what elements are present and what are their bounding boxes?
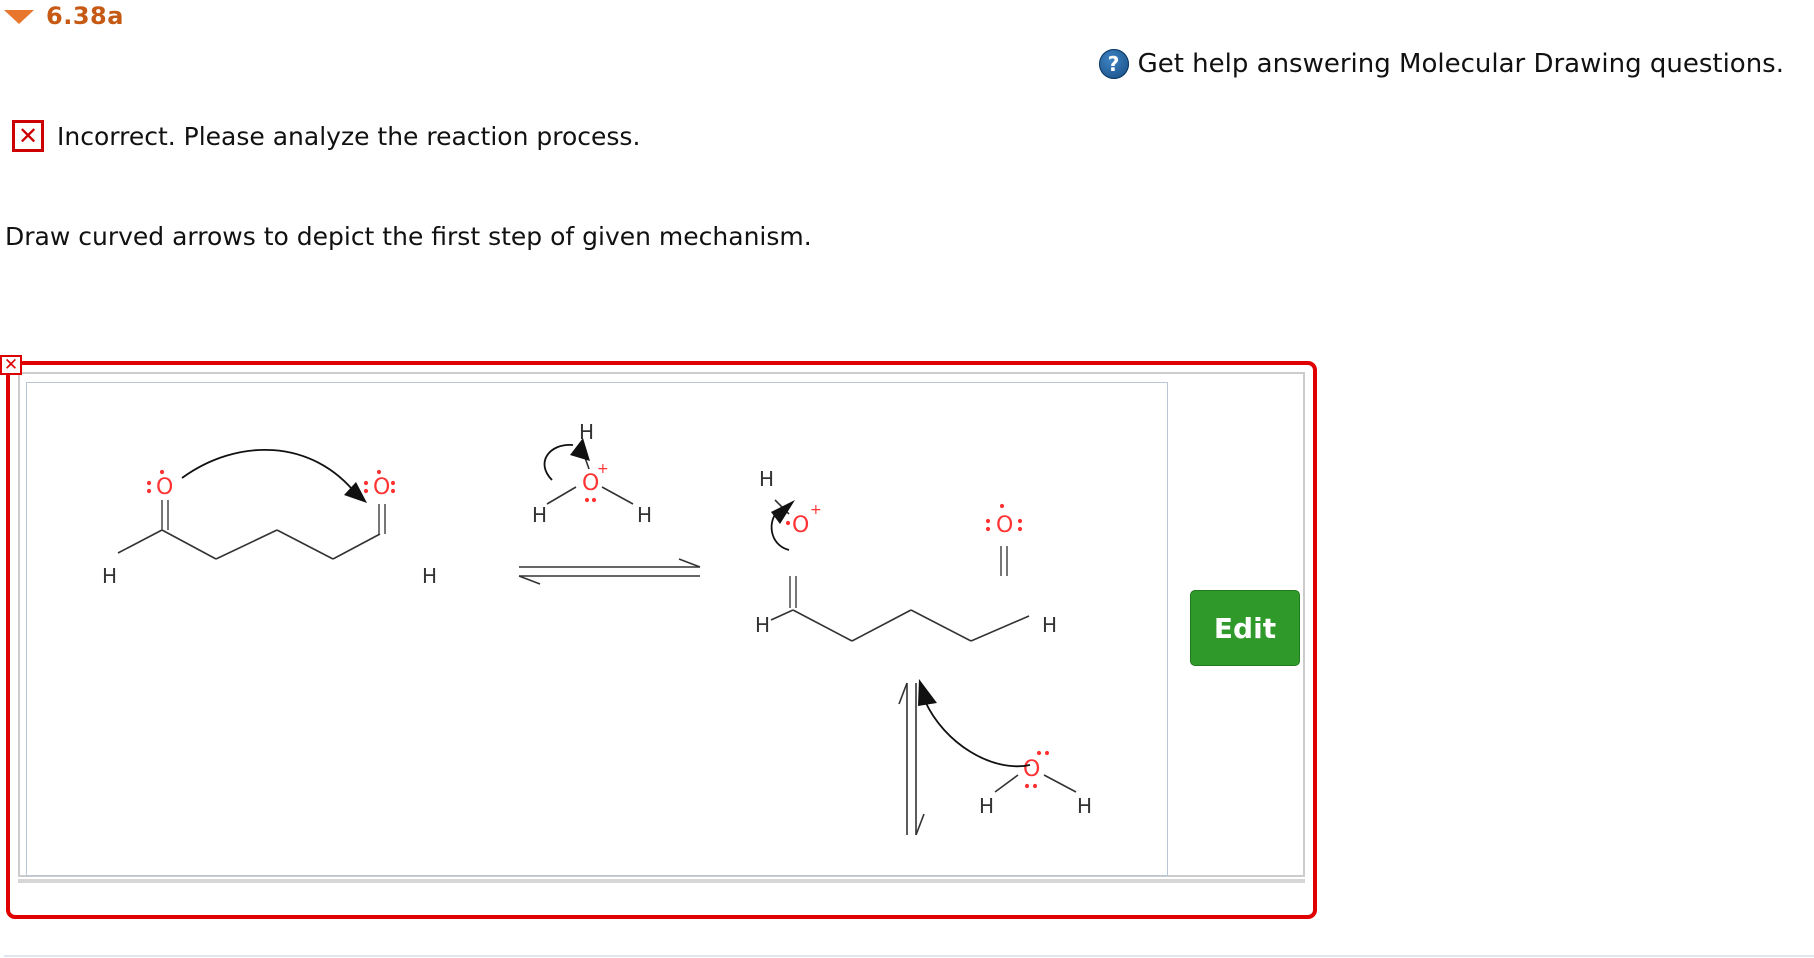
edit-button[interactable]: Edit	[1190, 590, 1300, 666]
reactant-dialdehyde: H H O O	[102, 448, 437, 588]
feedback-text: Incorrect. Please analyze the reaction p…	[57, 121, 641, 151]
atom-o-label: O	[996, 513, 1013, 538]
molecule-drawing-canvas[interactable]: H H O O H H H O + H H H O O + H H O	[26, 382, 1168, 876]
question-instructions: Draw curved arrows to depict the first s…	[5, 222, 812, 251]
help-link-text[interactable]: Get help answering Molecular Drawing que…	[1138, 49, 1784, 79]
incorrect-icon: ✕	[12, 120, 44, 152]
atom-o-label: O	[1023, 757, 1040, 782]
feedback-message: ✕ Incorrect. Please analyze the reaction…	[12, 120, 640, 152]
section-divider	[4, 955, 1814, 957]
atom-h-label: H	[637, 503, 652, 527]
protonated-intermediate: H H H O O +	[755, 467, 1057, 642]
positive-charge-label: +	[810, 502, 822, 518]
help-link[interactable]: ? Get help answering Molecular Drawing q…	[1098, 49, 1784, 79]
mechanism-drawing: H H O O H H H O + H H H O O + H H O	[102, 420, 1092, 836]
atom-h-label: H	[759, 467, 774, 491]
atom-h-label: H	[532, 503, 547, 527]
atom-o-label: O	[373, 475, 390, 500]
question-number: 6.38a	[46, 2, 124, 30]
atom-h-label: H	[422, 564, 437, 588]
atom-h-label: H	[979, 794, 994, 818]
answer-footer-strip	[18, 879, 1305, 883]
answer-error-icon: ✕	[0, 355, 22, 375]
atom-o-label: O	[792, 513, 809, 538]
vertical-equilibrium-arrow	[898, 682, 925, 836]
atom-o-label: O	[156, 475, 173, 500]
atom-h-label: H	[1077, 794, 1092, 818]
collapse-triangle-icon[interactable]	[4, 10, 34, 24]
atom-h-label: H	[102, 564, 117, 588]
equilibrium-arrow	[518, 558, 701, 585]
help-icon: ?	[1098, 49, 1129, 79]
question-header[interactable]: 6.38a	[4, 2, 124, 30]
water-molecule: H H O	[918, 679, 1092, 818]
atom-h-label: H	[1042, 613, 1057, 637]
hydronium-ion: H H H O +	[532, 420, 652, 527]
positive-charge-label: +	[597, 461, 609, 477]
atom-h-label: H	[755, 613, 770, 637]
